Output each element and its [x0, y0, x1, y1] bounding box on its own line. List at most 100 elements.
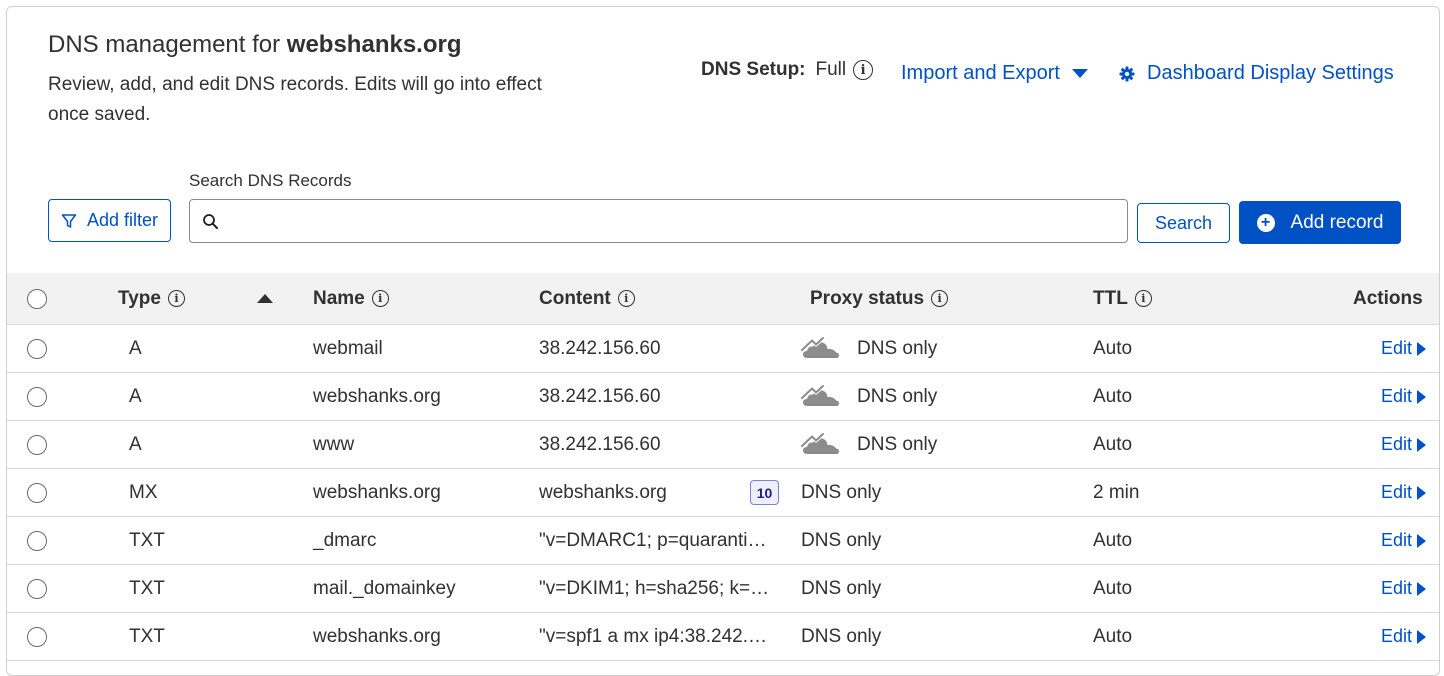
select-all-checkbox[interactable]: [27, 288, 47, 309]
priority-badge-cell: 10: [750, 469, 779, 516]
column-header-actions: Actions: [1353, 273, 1423, 324]
row-checkbox[interactable]: [27, 578, 47, 599]
proxy-status-text: DNS only: [801, 529, 882, 551]
record-type: TXT: [129, 625, 165, 647]
edit-record-button[interactable]: Edit: [1381, 469, 1427, 516]
record-ttl: Auto: [1093, 433, 1133, 455]
priority-badge: 10: [750, 480, 779, 505]
row-checkbox[interactable]: [27, 338, 47, 359]
record-proxy-status: DNS only: [801, 421, 937, 468]
dashboard-display-settings-link[interactable]: Dashboard Display Settings: [1119, 62, 1394, 85]
cloud-dns-only-icon: [801, 335, 839, 358]
info-icon[interactable]: i: [371, 290, 389, 307]
proxy-status-text: DNS only: [801, 481, 882, 503]
record-ttl: 2 min: [1093, 481, 1140, 503]
record-name: www: [313, 433, 355, 455]
edit-link[interactable]: Edit: [1381, 530, 1427, 551]
import-export-dropdown[interactable]: Import and Export: [901, 62, 1088, 85]
row-checkbox[interactable]: [27, 434, 47, 455]
add-record-button[interactable]: + Add record: [1239, 201, 1401, 244]
cloud-dns-only-icon: [801, 431, 839, 454]
row-select-cell: [27, 373, 47, 420]
edit-label: Edit: [1381, 626, 1413, 646]
plus-circle-icon: +: [1256, 213, 1275, 232]
record-proxy-status: DNS only: [801, 373, 937, 420]
import-export-label: Import and Export: [901, 62, 1060, 84]
edit-record-button[interactable]: Edit: [1381, 421, 1427, 468]
search-field[interactable]: [189, 199, 1128, 243]
row-checkbox[interactable]: [27, 482, 47, 503]
column-actions-label: Actions: [1353, 287, 1423, 309]
info-icon[interactable]: i: [931, 290, 949, 307]
edit-link[interactable]: Edit: [1381, 626, 1427, 647]
record-content-text: "v=spf1 a mx ip4:38.242.…: [539, 625, 768, 647]
record-name: webshanks.org: [313, 481, 441, 503]
page-description: Review, add, and edit DNS records. Edits…: [48, 74, 542, 125]
search-label: Search DNS Records: [189, 171, 352, 190]
caret-down-icon: [1071, 69, 1088, 78]
record-content: "v=DMARC1; p=quaranti…: [539, 517, 779, 564]
dashboard-display-settings-label: Dashboard Display Settings: [1147, 62, 1394, 84]
column-header-content[interactable]: Content i: [539, 273, 635, 324]
add-filter-button[interactable]: Add filter: [48, 199, 171, 242]
row-checkbox[interactable]: [27, 386, 47, 407]
edit-label: Edit: [1381, 386, 1413, 406]
row-checkbox[interactable]: [27, 626, 47, 647]
sort-ascending-cell[interactable]: [257, 273, 273, 324]
edit-link[interactable]: Edit: [1381, 386, 1427, 407]
edit-record-button[interactable]: Edit: [1381, 565, 1427, 612]
column-ttl-label: TTL: [1093, 287, 1128, 309]
search-button[interactable]: Search: [1137, 203, 1230, 243]
table-row: A www 38.242.156.60 DNS only Auto Edit: [7, 421, 1439, 469]
record-content-text: webshanks.org: [539, 481, 667, 503]
column-header-proxy-status[interactable]: Proxy status i: [810, 273, 949, 324]
edit-record-button[interactable]: Edit: [1381, 517, 1427, 564]
record-content: 38.242.156.60: [539, 325, 779, 372]
record-content: "v=DKIM1; h=sha256; k=…: [539, 565, 779, 612]
cloud-dns-only-icon: [801, 383, 839, 406]
row-checkbox[interactable]: [27, 530, 47, 551]
row-select-cell: [27, 613, 47, 660]
search-input[interactable]: [229, 211, 1109, 231]
record-name: webshanks.org: [313, 385, 441, 407]
column-header-ttl[interactable]: TTL i: [1093, 273, 1152, 324]
record-content-text: "v=DKIM1; h=sha256; k=…: [539, 577, 770, 599]
info-icon[interactable]: i: [617, 290, 635, 307]
table-row: A webshanks.org 38.242.156.60 DNS only A…: [7, 373, 1439, 421]
column-content-label: Content: [539, 287, 611, 309]
filter-icon: [61, 213, 77, 228]
table-row: MX webshanks.org webshanks.org 10 DNS on…: [7, 469, 1439, 517]
info-icon[interactable]: i: [167, 290, 185, 307]
column-name-label: Name: [313, 287, 365, 309]
record-ttl: Auto: [1093, 625, 1133, 647]
record-type: A: [129, 385, 142, 407]
edit-link[interactable]: Edit: [1381, 338, 1427, 359]
edit-link[interactable]: Edit: [1381, 578, 1427, 599]
edit-label: Edit: [1381, 338, 1413, 358]
edit-link[interactable]: Edit: [1381, 482, 1427, 503]
record-name: _dmarc: [313, 529, 377, 551]
info-icon[interactable]: i: [853, 60, 874, 80]
record-ttl: Auto: [1093, 337, 1133, 359]
info-icon[interactable]: i: [1134, 290, 1152, 307]
edit-record-button[interactable]: Edit: [1381, 325, 1427, 372]
record-type: MX: [129, 481, 158, 503]
add-filter-label: Add filter: [86, 210, 159, 230]
edit-record-button[interactable]: Edit: [1381, 613, 1427, 660]
add-record-label: Add record: [1290, 211, 1384, 233]
search-icon: [203, 213, 218, 229]
caret-right-icon: [1417, 581, 1427, 596]
record-proxy-status: DNS only: [801, 613, 881, 660]
row-select-cell: [27, 421, 47, 468]
dns-setup-status: DNS Setup: Full i: [701, 59, 874, 81]
edit-label: Edit: [1381, 434, 1413, 454]
sort-ascending-icon[interactable]: [257, 294, 273, 303]
column-header-type[interactable]: Type i: [118, 273, 185, 324]
edit-link[interactable]: Edit: [1381, 434, 1427, 455]
edit-record-button[interactable]: Edit: [1381, 373, 1427, 420]
record-proxy-status: DNS only: [801, 565, 881, 612]
column-header-name[interactable]: Name i: [313, 273, 389, 324]
record-name: webshanks.org: [313, 625, 441, 647]
record-name: mail._domainkey: [313, 577, 456, 599]
proxy-status-text: DNS only: [857, 385, 938, 407]
